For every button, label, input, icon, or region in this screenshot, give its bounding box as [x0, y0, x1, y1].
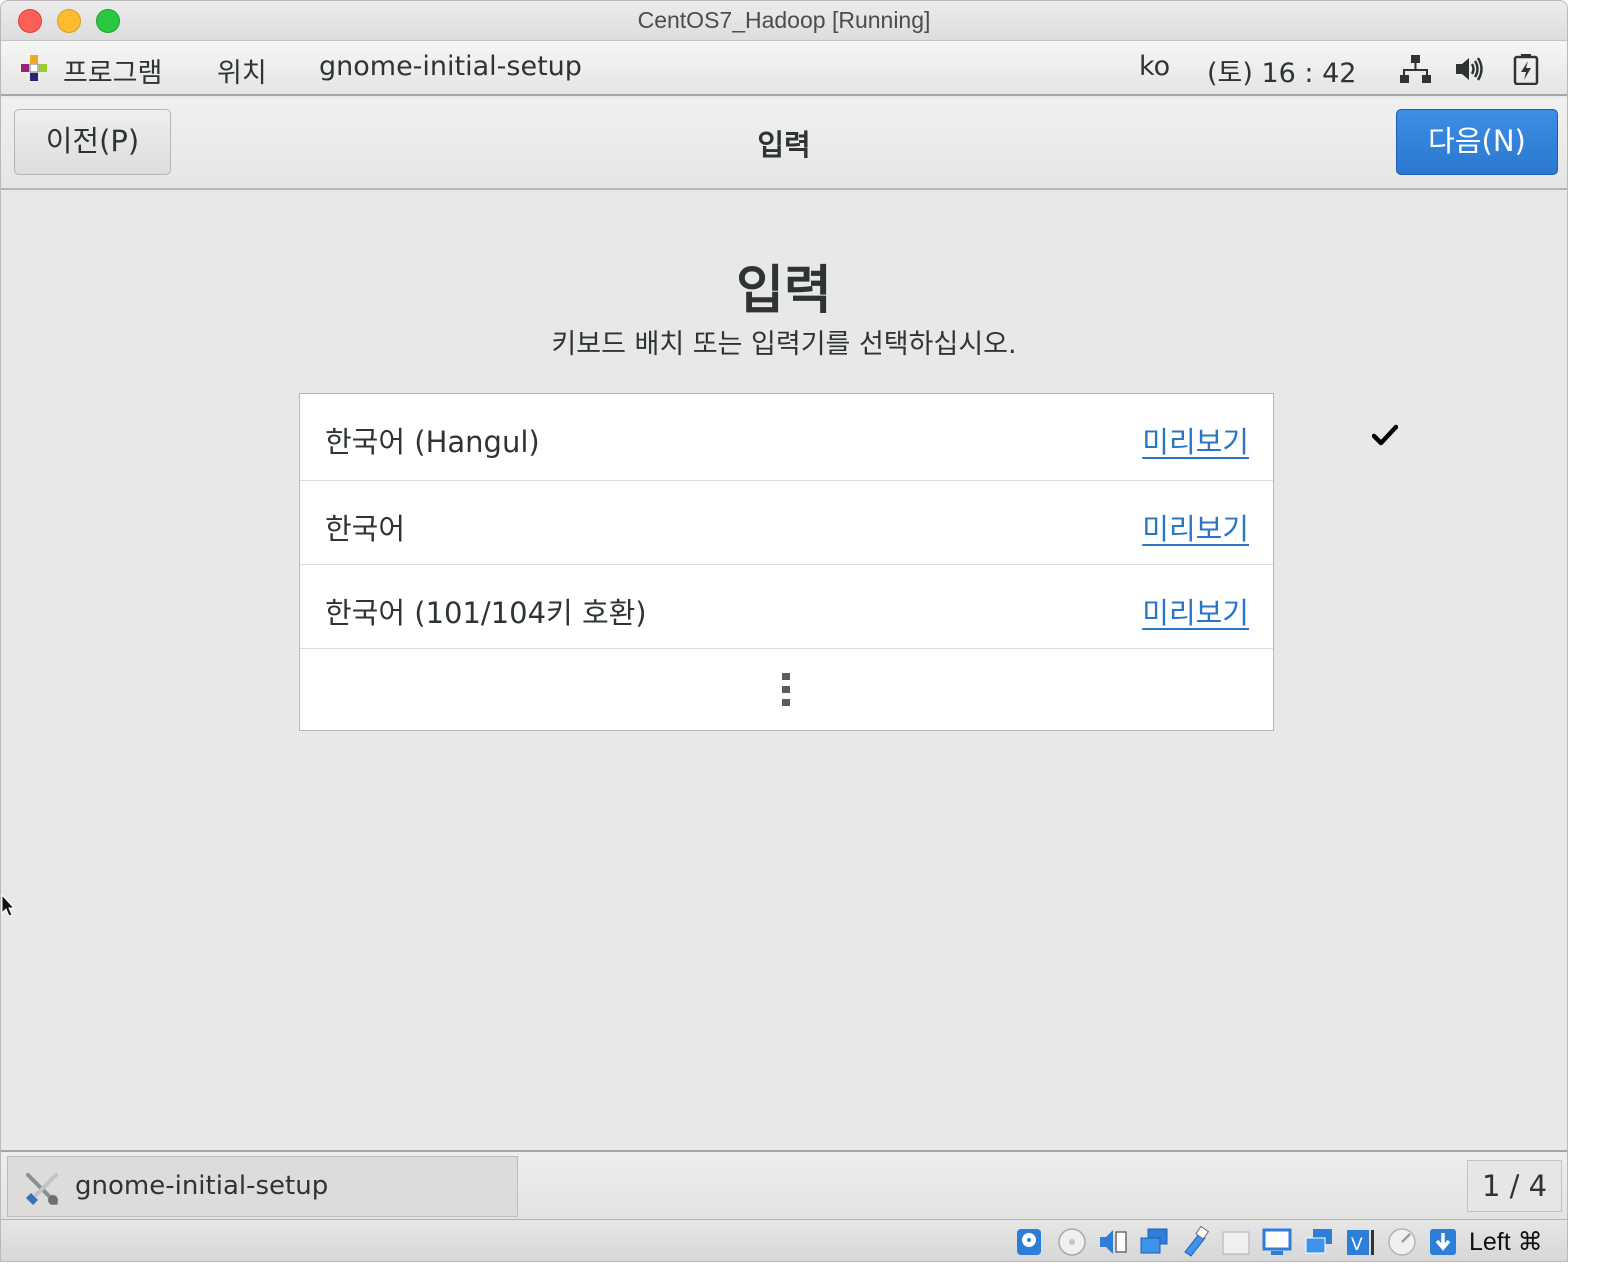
keyboard-capture-icon[interactable] — [1427, 1226, 1459, 1258]
tools-icon — [26, 1173, 58, 1205]
preview-link[interactable]: 미리보기 — [1142, 506, 1249, 548]
hard-disk-icon[interactable] — [1013, 1226, 1045, 1258]
svg-text:V: V — [1351, 1235, 1363, 1255]
clock[interactable]: (토) 16 : 42 — [1207, 51, 1356, 90]
mouse-integration-icon[interactable] — [1386, 1226, 1418, 1258]
input-source-label: 한국어 (Hangul) — [325, 425, 540, 459]
page-subtitle: 키보드 배치 또는 입력기를 선택하십시오. — [551, 329, 1017, 360]
previous-button[interactable]: 이전(P) — [14, 109, 171, 175]
preview-link[interactable]: 미리보기 — [1142, 590, 1249, 632]
gnome-top-bar: 프로그램 위치 gnome-initial-setup ko (토) 16 : … — [1, 41, 1567, 96]
show-more-row[interactable] — [300, 649, 1273, 730]
page-title: 입력 — [736, 261, 832, 321]
input-language-indicator[interactable]: ko — [1139, 51, 1170, 82]
applications-menu[interactable]: 프로그램 — [63, 51, 162, 90]
input-source-label: 한국어 — [325, 512, 406, 546]
background-page — [0, 1262, 1600, 1288]
main-content: 입력 키보드 배치 또는 입력기를 선택하십시오. 한국어 (Hangul) 미… — [1, 190, 1567, 1150]
more-vertical-icon — [782, 673, 790, 706]
app-menu[interactable]: gnome-initial-setup — [319, 51, 582, 82]
input-sources-list: 한국어 (Hangul) 미리보기 한국어 미리보기 한국어 (101/104키… — [299, 393, 1398, 731]
video-capture-icon[interactable] — [1303, 1226, 1335, 1258]
audio-icon[interactable] — [1097, 1226, 1129, 1258]
task-label: gnome-initial-setup — [75, 1171, 329, 1201]
optical-drive-icon[interactable] — [1056, 1226, 1088, 1258]
task-button-gnome-initial-setup[interactable]: gnome-initial-setup — [7, 1156, 518, 1217]
input-source-row[interactable]: 한국어 미리보기 — [300, 481, 1273, 565]
usb-icon[interactable] — [1179, 1226, 1211, 1258]
input-source-row[interactable]: 한국어 (Hangul) 미리보기 — [300, 394, 1398, 481]
workspace-indicator[interactable]: 1 / 4 — [1467, 1160, 1562, 1212]
volume-icon[interactable] — [1453, 53, 1485, 85]
next-button[interactable]: 다음(N) — [1396, 109, 1558, 175]
header-bar: 이전(P) 입력 다음(N) — [1, 98, 1567, 190]
virtualbox-status-bar: V Left ⌘ — [1, 1220, 1567, 1261]
display-icon[interactable] — [1261, 1226, 1293, 1258]
centos-logo-icon — [21, 55, 47, 81]
network-adapter-icon[interactable] — [1138, 1226, 1170, 1258]
input-source-row[interactable]: 한국어 (101/104키 호환) 미리보기 — [300, 565, 1273, 649]
checkmark-icon — [1372, 424, 1398, 446]
battery-icon[interactable] — [1511, 53, 1541, 85]
host-key-indicator: Left ⌘ — [1469, 1228, 1543, 1256]
window-title: CentOS7_Hadoop [Running] — [637, 7, 931, 33]
preview-link[interactable]: 미리보기 — [1142, 419, 1249, 461]
places-menu[interactable]: 위치 — [217, 51, 267, 90]
window-titlebar[interactable]: CentOS7_Hadoop [Running] — [1, 1, 1567, 41]
mouse-pointer-icon — [1, 894, 16, 917]
header-title: 입력 — [757, 128, 811, 162]
virtualization-icon[interactable]: V — [1344, 1226, 1376, 1258]
window-list-taskbar: gnome-initial-setup 1 / 4 — [1, 1150, 1567, 1220]
input-source-label: 한국어 (101/104키 호환) — [325, 596, 647, 630]
shared-folders-icon[interactable] — [1220, 1226, 1252, 1258]
vm-window: CentOS7_Hadoop [Running] 프로그램 위치 gnome-i… — [0, 0, 1568, 1262]
network-icon[interactable] — [1399, 53, 1431, 85]
